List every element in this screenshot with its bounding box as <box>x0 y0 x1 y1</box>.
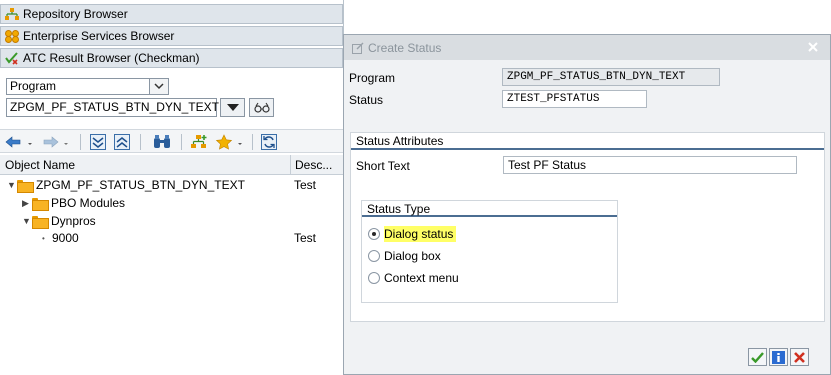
enterprise-services-browser-button[interactable]: Enterprise Services Browser <box>0 26 343 46</box>
program-label: Program <box>349 71 396 85</box>
repository-browser-label: Repository Browser <box>23 7 128 21</box>
dialog-title: Create Status <box>368 40 442 55</box>
atc-result-browser-label: ATC Result Browser (Checkman) <box>23 51 200 65</box>
tree-node-label: ZPGM_PF_STATUS_BTN_DYN_TEXT <box>36 178 245 192</box>
caret-down-icon <box>226 104 239 111</box>
add-object-button[interactable] <box>188 133 210 151</box>
object-type-select[interactable]: Program <box>6 78 169 95</box>
display-glasses-button[interactable] <box>249 98 274 117</box>
open-folder-icon <box>17 179 34 193</box>
hierarchy-add-icon <box>191 135 207 148</box>
tree-node-pbo-modules[interactable]: ▶ PBO Modules <box>0 194 343 212</box>
expanded-caret-icon[interactable]: ▼ <box>7 180 17 190</box>
check-cross-icon <box>4 51 20 65</box>
back-button[interactable] <box>2 133 36 151</box>
chevron-down-icon <box>154 83 164 90</box>
tree-node-label: 9000 <box>52 231 79 245</box>
arrow-left-icon <box>5 136 32 148</box>
radio-label: Dialog status <box>384 226 457 242</box>
column-divider[interactable] <box>290 155 291 175</box>
refresh-button[interactable] <box>258 133 280 151</box>
glasses-icon <box>253 102 270 113</box>
object-type-dropdown-button[interactable] <box>149 78 169 95</box>
radio-label: Context menu <box>384 271 459 285</box>
radio-selected-icon[interactable] <box>368 228 380 240</box>
expand-icon <box>90 134 106 150</box>
tree-toolbar <box>0 129 343 153</box>
forward-button[interactable] <box>40 133 74 151</box>
radio-label: Dialog box <box>384 249 441 263</box>
status-type-title: Status Type <box>362 201 617 217</box>
expanded-caret-icon[interactable]: ▼ <box>22 216 32 226</box>
create-status-dialog: Create Status Program ZPGM_PF_STATUS_BTN… <box>343 34 831 375</box>
status-attributes-group: Status Attributes Short Text Test PF Sta… <box>350 132 825 322</box>
cancel-x-icon <box>794 351 805 363</box>
program-field: ZPGM_PF_STATUS_BTN_DYN_TEXT <box>502 68 720 86</box>
status-attributes-title: Status Attributes <box>351 133 824 150</box>
short-text-label: Short Text <box>356 159 410 173</box>
status-label: Status <box>349 93 384 107</box>
tree-column-header: Object Name Desc... <box>0 155 343 175</box>
tree-node-label: Dynpros <box>51 214 96 228</box>
toolbar-separator <box>80 134 81 150</box>
status-value: ZTEST_PFSTATUS <box>507 93 600 105</box>
confirm-button[interactable] <box>748 348 767 366</box>
short-text-input[interactable]: Test PF Status <box>503 156 797 174</box>
tree-node-description: Test <box>294 178 317 192</box>
toolbar-separator <box>252 134 253 150</box>
star-icon <box>215 134 242 150</box>
atc-result-browser-button[interactable]: ATC Result Browser (Checkman) <box>0 48 343 68</box>
enterprise-services-browser-label: Enterprise Services Browser <box>23 29 175 43</box>
status-input[interactable]: ZTEST_PFSTATUS <box>502 90 647 108</box>
short-text-value: Test PF Status <box>508 158 587 172</box>
collapsed-caret-icon[interactable]: ▶ <box>22 198 32 209</box>
folder-icon <box>32 197 49 211</box>
object-name-dropdown-button[interactable] <box>220 98 245 117</box>
checkmark-icon <box>751 351 764 363</box>
tree-node-description: Test <box>294 231 317 245</box>
radio-unselected-icon[interactable] <box>368 250 380 262</box>
object-navigator-pane: Repository Browser Enterprise Services B… <box>0 0 344 375</box>
tree-node-dynpros[interactable]: ▼ Dynpros <box>0 212 343 230</box>
status-type-group: Status Type Dialog status Dialog box Con… <box>361 200 618 303</box>
info-icon <box>772 350 785 364</box>
radio-unselected-icon[interactable] <box>368 272 380 284</box>
sap-workbench-screen: Repository Browser Enterprise Services B… <box>0 0 831 375</box>
binoculars-icon <box>154 135 170 148</box>
info-button[interactable] <box>769 348 788 366</box>
collapse-all-button[interactable] <box>112 133 132 151</box>
dialog-title-bar[interactable]: Create Status <box>344 35 830 60</box>
object-name-value: ZPGM_PF_STATUS_BTN_DYN_TEXT <box>10 100 219 114</box>
close-icon[interactable] <box>806 40 820 54</box>
services-grid-icon <box>4 29 20 43</box>
edit-icon <box>352 42 364 54</box>
radio-dialog-status[interactable]: Dialog status <box>368 225 457 243</box>
hierarchy-icon <box>4 7 20 21</box>
favorites-button[interactable] <box>213 133 247 151</box>
radio-context-menu[interactable]: Context menu <box>368 269 459 287</box>
program-value: ZPGM_PF_STATUS_BTN_DYN_TEXT <box>507 71 686 83</box>
toolbar-separator <box>140 134 141 150</box>
tree-node-screen-9000[interactable]: • 9000 Test <box>0 229 343 247</box>
expand-all-button[interactable] <box>88 133 108 151</box>
toolbar-separator <box>181 134 182 150</box>
object-name-input[interactable]: ZPGM_PF_STATUS_BTN_DYN_TEXT <box>6 98 219 117</box>
refresh-icon <box>261 134 277 150</box>
open-folder-icon <box>32 215 49 229</box>
column-description[interactable]: Desc... <box>295 158 332 172</box>
leaf-bullet-icon: • <box>42 233 45 243</box>
tree-node-program[interactable]: ▼ ZPGM_PF_STATUS_BTN_DYN_TEXT Test <box>0 176 343 194</box>
tree-node-label: PBO Modules <box>51 196 126 210</box>
repository-browser-button[interactable]: Repository Browser <box>0 4 343 24</box>
find-button[interactable] <box>150 133 174 151</box>
object-type-value: Program <box>10 79 57 93</box>
arrow-right-icon <box>43 136 68 148</box>
collapse-icon <box>114 134 130 150</box>
column-object-name[interactable]: Object Name <box>5 158 75 172</box>
radio-dialog-box[interactable]: Dialog box <box>368 247 441 265</box>
cancel-button[interactable] <box>790 348 809 366</box>
